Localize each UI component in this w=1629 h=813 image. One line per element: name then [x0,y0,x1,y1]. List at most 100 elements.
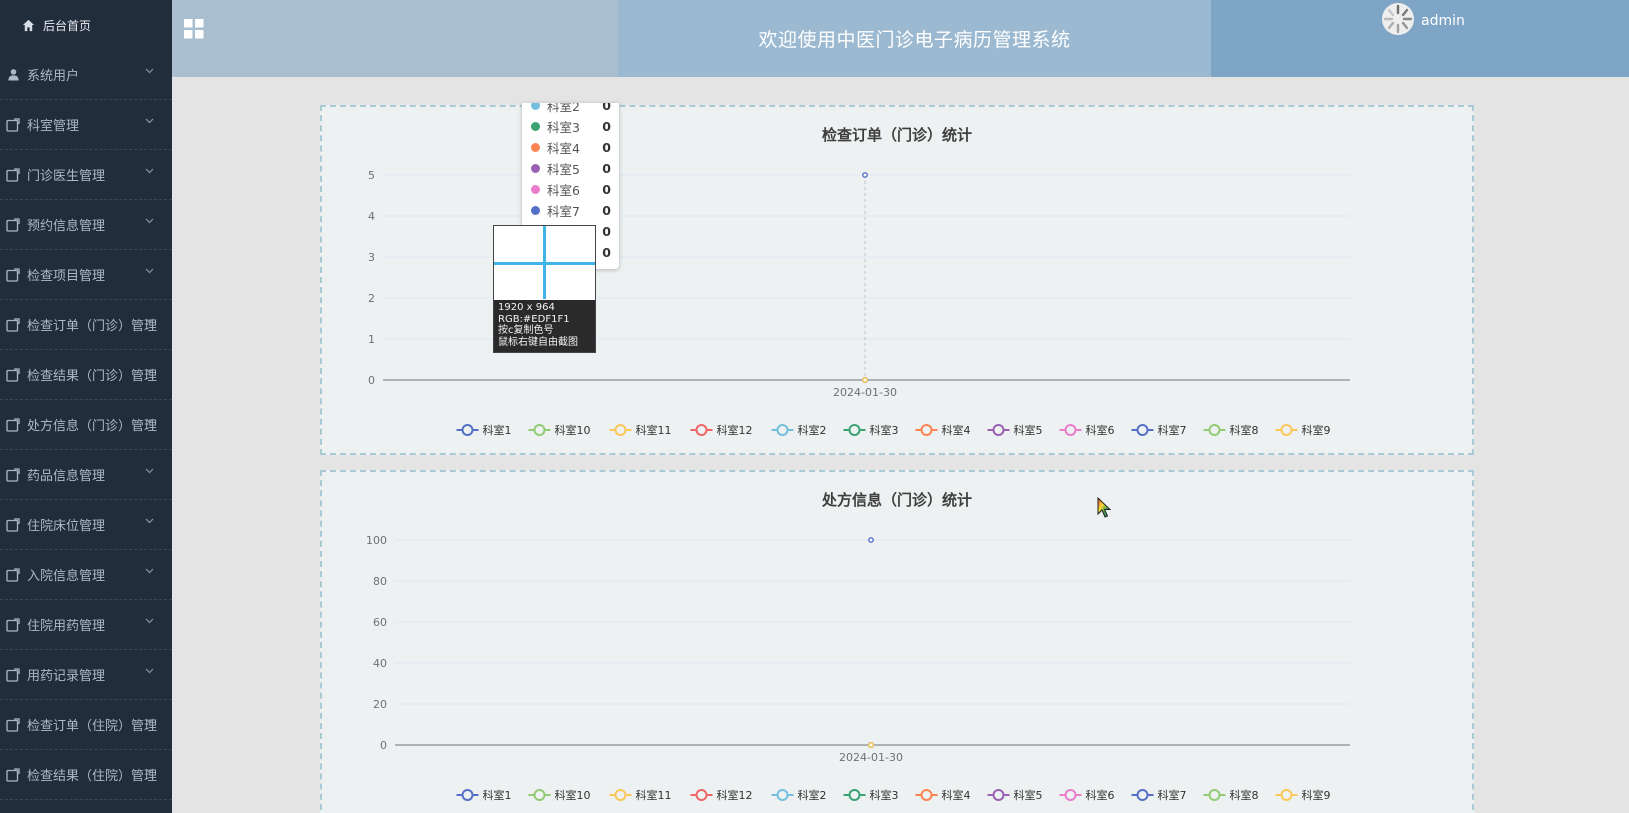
sidebar-item[interactable]: 检查结果（住院）管理 [0,750,172,800]
legend-item: 科室9 [1275,423,1331,437]
y-tick-label: 20 [373,698,387,711]
legend-item: 科室12 [690,788,753,802]
sidebar-item[interactable]: 门诊医生管理 [0,150,172,200]
legend-item: 科室4 [915,423,971,437]
chevron-down-icon [145,68,154,74]
chevron-down-icon [145,218,154,224]
legend-label: 科室1 [483,788,512,802]
legend-item: 科室11 [609,788,672,802]
sidebar-item[interactable]: 预约信息管理 [0,200,172,250]
tooltip-series-value: 0 [602,181,611,197]
legend-label: 科室12 [717,788,753,802]
legend-label: 科室7 [1158,423,1187,437]
sidebar-item-label: 住院用药管理 [27,619,106,634]
sidebar: 后台首页 系统用户科室管理门诊医生管理预约信息管理 检查项目管理 检查订单（门诊）管… [0,0,172,813]
legend-marker-icon [533,789,546,801]
legend-item: 科室9 [1275,788,1331,802]
legend-item: 科室3 [843,788,899,802]
series-dot-icon [531,121,540,131]
sidebar-item-label: 门诊医生管理 [27,169,106,184]
legend-label: 科室3 [870,423,899,437]
user-name[interactable]: admin [1421,13,1465,29]
avatar[interactable] [1381,2,1415,36]
chevron-down-icon [145,118,154,124]
legend-label: 科室4 [942,423,971,437]
legend-item: 科室6 [1059,423,1115,437]
legend-marker-icon [1280,789,1293,801]
y-tick-label: 100 [366,534,387,547]
top-header: 欢迎使用中医门诊电子病历管理系统 admin [172,0,1629,77]
tooltip-series-name: 科室3 [547,119,580,135]
chevron-down-icon [145,668,154,674]
chevron-down-icon [145,318,154,324]
tooltip-series-name: 科室7 [547,203,580,219]
legend-label: 科室2 [798,423,827,437]
legend-item: 科室5 [987,423,1043,437]
user-icon [5,67,21,83]
legend-label: 科室8 [1230,423,1259,437]
y-tick-label: 5 [368,169,375,182]
sidebar-item[interactable]: 处方信息（门诊）管理 [0,400,172,450]
legend-label: 科室9 [1302,788,1331,802]
legend-label: 科室7 [1158,788,1187,802]
legend-marker-icon [1208,424,1221,436]
legend-marker-icon [614,424,627,436]
legend-label: 科室3 [870,788,899,802]
legend-marker-icon [461,789,474,801]
legend-marker-icon [695,424,708,436]
sidebar-item-label: 科室管理 [27,119,80,134]
legend-label: 科室10 [555,788,591,802]
folder-icon [5,717,21,733]
page-title: 欢迎使用中医门诊电子病历管理系统 [618,0,1211,77]
sidebar-home[interactable]: 后台首页 [0,0,172,50]
series-dot-icon [531,103,540,110]
sidebar-item-label: 住院床位管理 [27,519,106,534]
chevron-down-icon [145,468,154,474]
legend-marker-icon [614,789,627,801]
sidebar-item[interactable]: 用药记录管理 [0,650,172,700]
series-dot-icon [531,205,540,215]
legend-marker-icon [1280,424,1293,436]
tooltip-series-value: 0 [602,118,611,134]
sidebar-item[interactable]: 科室管理 [0,100,172,150]
sidebar-item[interactable]: 药品信息管理 [0,450,172,500]
chevron-down-icon [145,418,154,424]
sidebar-item[interactable]: 检查项目管理 [0,250,172,300]
picker-hint-copy: 按c复制色号 [498,325,554,336]
folder-icon [5,417,21,433]
legend-marker-icon [992,789,1005,801]
legend-marker-icon [461,424,474,436]
sidebar-item[interactable]: 检查订单（门诊）管理 [0,300,172,350]
color-picker-overlay: 1920 x 964 RGB:#EDF1F1 按c复制色号 鼠标右键自由截图 [493,225,596,353]
tooltip-series-value: 0 [602,244,611,260]
folder-icon [5,117,21,133]
tooltip-series-name: 科室4 [547,140,580,156]
chevron-down-icon [145,168,154,174]
legend-item: 科室2 [771,788,827,802]
legend-label: 科室6 [1086,788,1115,802]
sidebar-item[interactable]: 检查订单（住院）管理 [0,700,172,750]
legend-item: 科室12 [690,423,753,437]
sidebar-item[interactable]: 住院床位管理 [0,500,172,550]
sidebar-item[interactable]: 检查结果（门诊）管理 [0,350,172,400]
tooltip-row: 科室3 0 [531,116,611,136]
legend-label: 科室6 [1086,423,1115,437]
legend-marker-icon [776,789,789,801]
tooltip-series-name: 科室5 [547,161,580,177]
legend-item: 科室7 [1131,788,1187,802]
legend-item: 科室1 [456,788,512,802]
legend-item: 科室8 [1203,423,1259,437]
y-tick-label: 0 [380,739,387,752]
sidebar-item[interactable]: 入院信息管理 [0,550,172,600]
folder-icon [5,267,21,283]
series-dot-icon [531,142,540,152]
sidebar-item-label: 检查结果（门诊）管理 [27,369,158,384]
legend-label: 科室5 [1014,423,1043,437]
folder-icon [5,317,21,333]
legend-marker-icon [1208,789,1221,801]
grid-icon[interactable] [184,19,204,39]
legend-marker-icon [992,424,1005,436]
sidebar-item[interactable]: 系统用户 [0,50,172,100]
sidebar-item[interactable]: 住院用药管理 [0,600,172,650]
chevron-down-icon [145,568,154,574]
